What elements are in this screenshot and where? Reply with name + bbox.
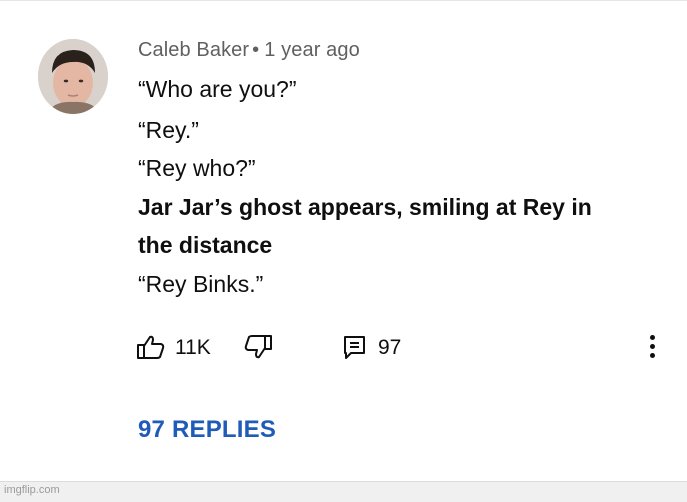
thumbs-down-icon[interactable] — [243, 333, 273, 361]
comment-icon[interactable] — [342, 333, 368, 361]
comment-screenshot: Caleb Baker • 1 year ago “Who are you?” “R… — [0, 0, 687, 502]
comment-line: “Who are you?” — [138, 76, 297, 102]
comment-actions: 11K 97 — [0, 333, 687, 363]
comment-card: Caleb Baker • 1 year ago “Who are you?” “R… — [0, 1, 687, 481]
comment-line: “Rey.” — [138, 117, 199, 143]
like-count: 11K — [175, 336, 211, 359]
thumbs-up-icon[interactable] — [136, 333, 166, 361]
comment-line: “Rey who?” — [138, 155, 256, 181]
more-vertical-icon[interactable] — [641, 335, 663, 361]
watermark: imgflip.com — [4, 484, 60, 496]
footer-bar — [0, 481, 687, 502]
avatar[interactable] — [38, 39, 108, 114]
avatar-image — [38, 39, 108, 114]
meta-separator: • — [252, 39, 260, 61]
comment-meta: Caleb Baker • 1 year ago — [138, 39, 360, 62]
view-replies-button[interactable]: 97 REPLIES — [138, 416, 276, 444]
comment-line: Jar Jar’s ghost appears, smiling at Rey … — [138, 194, 592, 220]
author-name[interactable]: Caleb Baker — [138, 39, 249, 61]
reply-count: 97 — [378, 336, 402, 359]
comment-line: the distance — [138, 232, 273, 258]
timestamp[interactable]: 1 year ago — [264, 39, 360, 61]
comment-line: “Rey Binks.” — [138, 271, 264, 297]
